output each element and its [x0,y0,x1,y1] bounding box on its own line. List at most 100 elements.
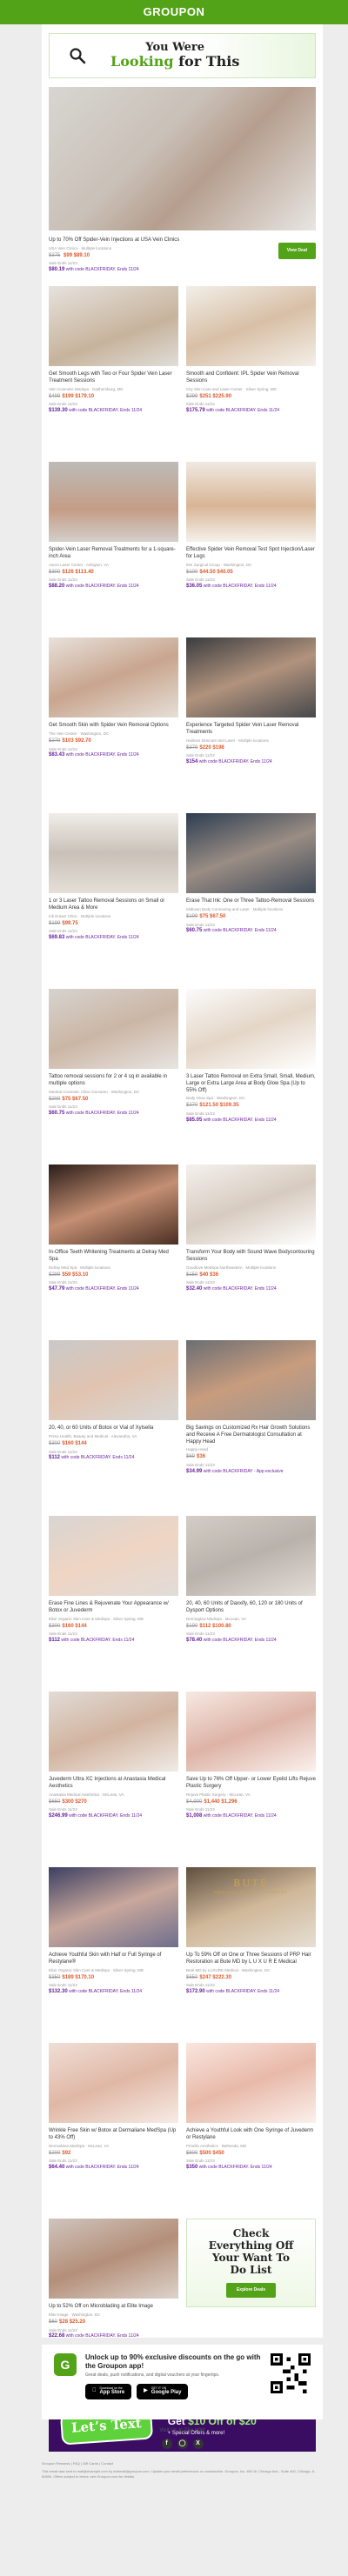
deal-merchant: Prinello Aesthetics · Bethesda, MD [186,2143,247,2148]
deal-price-secondary: $113.40 [75,569,94,575]
deal-card[interactable]: Transform Your Body with Sound Wave Body… [186,1165,316,1340]
deal-price: $199 $99.75 [49,921,178,928]
deal-card[interactable]: Erase Fine Lines & Rejuvenate Your Appea… [49,1516,178,1692]
deal-title[interactable]: Big Savings on Customized Rx Hair Growth… [186,1425,316,1445]
deal-price-primary: $126 [62,569,74,575]
deal-title[interactable]: 20, 40, 60 Units of Daxxify, 60, 120 or … [186,1601,316,1615]
deal-image[interactable] [49,1692,178,1772]
deal-price: $200 $92 [49,2151,178,2158]
deal-card[interactable]: Wrinkle Free Skin w/ Botox at Dermaliane… [49,2043,178,2219]
deal-title[interactable]: Experience Targeted Spider Vein Laser Re… [186,723,316,737]
google-play-button[interactable]: ▶ GET IT ON Google Play [137,2383,189,2400]
deal-image[interactable] [49,1516,178,1597]
explore-deals-button[interactable]: Explore Deals [225,2283,277,2298]
deal-title[interactable]: 1 or 3 Laser Tattoo Removal Sessions on … [49,898,178,912]
deal-card[interactable]: Smooth and Confident: IPL Spider Vein Re… [186,286,316,462]
deal-title[interactable]: Achieve a Youthful Look with One Syringe… [186,2128,316,2142]
deal-image[interactable] [49,813,178,894]
x-twitter-icon[interactable]: X [192,2438,204,2449]
deal-title[interactable]: Up to 52% Off on Microblading at Elite I… [49,2304,178,2311]
deal-image[interactable] [49,286,178,367]
original-price: $60 [49,2319,58,2325]
instagram-icon[interactable]: ◯ [177,2438,188,2449]
deal-title[interactable]: Juvederm Ultra XC Injections at Anastasi… [49,1777,178,1791]
deal-title[interactable]: Save Up to 76% Off Upper- or Lower Eyeli… [186,1777,316,1791]
deal-image[interactable] [186,637,316,718]
deal-title[interactable]: Smooth and Confident: IPL Spider Vein Re… [186,371,316,385]
deal-price-secondary: $170.10 [75,1974,95,1980]
deal-card[interactable]: Get Smooth Legs with Two or Four Spider … [49,286,178,462]
deal-title[interactable]: Get Smooth Legs with Two or Four Spider … [49,371,178,385]
deal-image[interactable] [49,2043,178,2124]
groupon-logo[interactable]: GROUPON [144,5,205,20]
promo-price: $85.05 [186,1117,203,1123]
deal-title[interactable]: Spider-Vein Laser Removal Treatments for… [49,547,178,561]
deal-price: $60 $28 $25.20 [49,2319,178,2326]
deal-image[interactable] [49,462,178,543]
deal-title[interactable]: Up To 59% Off on One or Three Sessions o… [186,1952,316,1966]
deal-card[interactable]: Get Smooth Skin with Spider Vein Removal… [49,637,178,813]
deal-card[interactable]: 3 Laser Tattoo Removal on Extra Small, S… [186,989,316,1165]
deal-card[interactable]: 20, 40, or 60 Units of Botox or Vial of … [49,1340,178,1516]
deal-title[interactable]: Get Smooth Skin with Spider Vein Removal… [49,723,178,730]
deal-card[interactable]: Tattoo removal sessions for 2 or 4 sq in… [49,989,178,1165]
view-deal-button[interactable]: View Deal [278,243,316,259]
deal-card[interactable]: Achieve Youthful Skin with Half or Full … [49,1867,178,2043]
deal-card[interactable]: Experience Targeted Spider Vein Laser Re… [186,637,316,813]
app-promo: G Unlock up to 90% exclusive discounts o… [42,2338,323,2419]
deal-merchant: Goodlove MedSpa Northeastern · Multiple … [186,1265,277,1270]
deal-image[interactable] [49,1340,178,1421]
deal-card[interactable]: 20, 40, 60 Units of Daxxify, 60, 120 or … [186,1516,316,1692]
deal-image[interactable] [186,286,316,367]
deal-title[interactable]: Tattoo removal sessions for 2 or 4 sq in… [49,1074,178,1088]
featured-deal-image[interactable] [49,87,316,230]
app-store-button[interactable]:  Download on theApp Store [85,2383,132,2400]
featured-deal[interactable]: Up to 70% Off Spider-Vein Injections at … [49,87,316,274]
deal-title[interactable]: Transform Your Body with Sound Wave Body… [186,1250,316,1264]
deal-card[interactable]: Effective Spider Vein Removal Test Spot … [186,462,316,637]
deal-title[interactable]: Erase That Ink: One or Three Tattoo-Remo… [186,898,316,905]
deal-title[interactable]: Erase Fine Lines & Rejuvenate Your Appea… [49,1601,178,1615]
deal-title[interactable]: Effective Spider Vein Removal Test Spot … [186,547,316,561]
deal-image[interactable] [186,1516,316,1597]
deal-title[interactable]: Achieve Youthful Skin with Half or Full … [49,1952,178,1966]
deal-image[interactable] [186,989,316,1070]
deal-image[interactable] [49,989,178,1070]
hero-banner[interactable]: You Were Looking for This [49,33,316,78]
deal-card[interactable]: Big Savings on Customized Rx Hair Growth… [186,1340,316,1516]
deal-image[interactable] [49,2219,178,2299]
qr-code-icon[interactable] [271,2353,311,2393]
deal-price-primary: $92 [62,2150,71,2156]
deal-card[interactable]: Achieve a Youthful Look with One Syringe… [186,2043,316,2219]
deal-card[interactable]: Juvederm Ultra XC Injections at Anastasi… [49,1692,178,1867]
deal-title[interactable]: Up to 70% Off Spider-Vein Injections at … [49,237,240,244]
footer-links[interactable]: Groupon Rewards | FAQ | Gift Cards | Con… [42,2461,323,2466]
sale-ends: Sale Ends 11/23 [49,1632,77,1637]
deal-price-primary: $189 [62,1974,74,1980]
deal-card[interactable]: Save Up to 76% Off Upper- or Lower Eyeli… [186,1692,316,1867]
deal-price-primary: $300 [62,1799,74,1805]
deal-title[interactable]: Wrinkle Free Skin w/ Botox at Dermaliane… [49,2128,178,2142]
deal-image[interactable] [49,637,178,718]
deal-image[interactable] [186,2043,316,2124]
sale-ends: Sale Ends 11/23 [49,1983,77,1988]
deal-title[interactable]: 20, 40, or 60 Units of Botox or Vial of … [49,1425,178,1432]
deal-price: $69 $36 [186,1454,316,1461]
deal-image[interactable] [186,813,316,894]
deal-image[interactable] [49,1867,178,1948]
deal-image[interactable] [186,1340,316,1421]
deal-card[interactable]: Erase That Ink: One or Three Tattoo-Remo… [186,813,316,989]
deal-image[interactable]: BUTÉ MEDICAL BEAUTY SERVICES [186,1867,316,1948]
deal-title[interactable]: In-Office Teeth Whitening Treatments at … [49,1250,178,1264]
legal-text: This email was sent to mail@example.com … [42,2468,316,2479]
deal-image[interactable] [186,462,316,543]
deal-card[interactable]: 1 or 3 Laser Tattoo Removal Sessions on … [49,813,178,989]
facebook-icon[interactable]: f [161,2438,172,2449]
deal-card[interactable]: BUTÉ MEDICAL BEAUTY SERVICES Up To 59% Off… [186,1867,316,2043]
deal-image[interactable] [186,1165,316,1245]
deal-image[interactable] [49,1165,178,1245]
deal-image[interactable] [186,1692,316,1772]
deal-title[interactable]: 3 Laser Tattoo Removal on Extra Small, S… [186,1074,316,1094]
deal-card[interactable]: In-Office Teeth Whitening Treatments at … [49,1165,178,1340]
deal-card[interactable]: Spider-Vein Laser Removal Treatments for… [49,462,178,637]
